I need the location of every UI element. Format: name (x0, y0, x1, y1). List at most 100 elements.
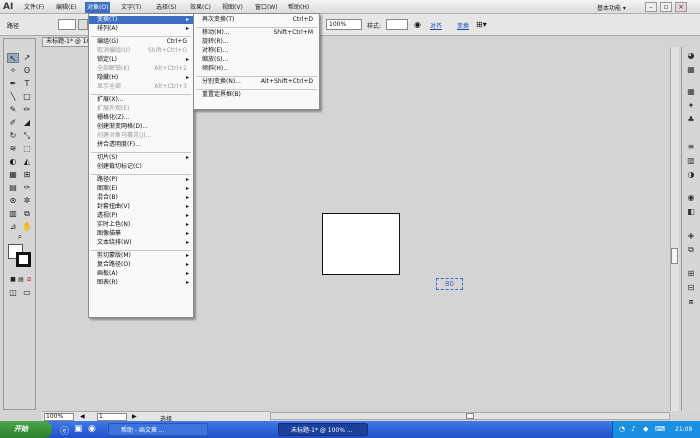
magic-wand-tool-icon[interactable]: ✧ (7, 66, 19, 76)
minimize-icon[interactable]: – (645, 2, 657, 12)
eyedropper-tool-icon[interactable]: ✑ (21, 183, 33, 193)
stroke-swatch[interactable] (16, 252, 31, 267)
object-menu-item[interactable]: 图案(E) ▸ (89, 185, 193, 193)
eraser-tool-icon[interactable]: ◢ (21, 118, 33, 128)
artboard-navigator[interactable]: 1 (97, 413, 127, 421)
align-panel-icon[interactable]: ⊞ (685, 269, 697, 279)
prev-artboard-icon[interactable]: ◀ (80, 413, 85, 420)
color-panel-icon[interactable]: ◕ (685, 51, 697, 61)
pasted-text-object[interactable]: 80 (436, 278, 463, 290)
zoom-select[interactable]: 100% (44, 413, 74, 421)
menu-file[interactable]: 文件(F) (24, 3, 44, 12)
zoom-tool-icon[interactable]: ⌕ (14, 232, 26, 242)
vertical-scroll-thumb[interactable] (671, 248, 678, 264)
live-paint-tool-icon[interactable]: ◭ (21, 157, 33, 167)
transform-menu-item[interactable]: 旋转(R)... (194, 38, 319, 46)
scale-tool-icon[interactable]: ⤡ (21, 131, 33, 141)
object-menu-item[interactable]: 拼合透明度(F)... (89, 141, 193, 149)
rotate-tool-icon[interactable]: ↻ (7, 131, 19, 141)
ie-icon[interactable]: ⓔ (60, 424, 69, 437)
object-menu-item[interactable]: 混合(B) ▸ (89, 194, 193, 202)
transform-menu-item[interactable]: 缩放(S)... (194, 56, 319, 64)
menu-object[interactable]: 对象(O) (85, 2, 111, 13)
gradient-tool-icon[interactable]: ▤ (7, 183, 19, 193)
tray-volume-icon[interactable]: ♪ (631, 425, 635, 433)
pen-tool-icon[interactable]: ✒ (7, 79, 19, 89)
transform-menu-item[interactable]: 再次变换(T) Ctrl+D (194, 16, 319, 24)
menu-help[interactable]: 帮助(H) (288, 3, 309, 12)
transparency-panel-icon[interactable]: ◑ (685, 170, 697, 180)
object-menu-item[interactable]: 图像描摹 ▸ (89, 230, 193, 238)
appearance-panel-icon[interactable]: ◉ (685, 193, 697, 203)
object-menu-item[interactable]: 锁定(L) ▸ (89, 56, 193, 64)
selection-tool-icon[interactable]: ↖ (7, 53, 19, 63)
workspace-switcher[interactable]: 基本功能 ▾ (597, 3, 626, 12)
tray-ime-icon[interactable]: ⌨ (655, 425, 665, 433)
artboard-rectangle[interactable] (322, 213, 400, 275)
tray-security-icon[interactable]: ◆ (643, 425, 648, 433)
object-menu-item[interactable]: 封套扭曲(V) ▸ (89, 203, 193, 211)
swatches-panel-icon[interactable]: ▦ (685, 87, 697, 97)
object-menu-item[interactable]: 文本绕排(W) ▸ (89, 239, 193, 247)
symbol-sprayer-tool-icon[interactable]: ✲ (21, 196, 33, 206)
warp-tool-icon[interactable]: ≋ (7, 144, 19, 154)
object-menu-item[interactable]: 创建渐变网格(D)... (89, 123, 193, 131)
object-menu-item[interactable]: 画板(A) ▸ (89, 270, 193, 278)
lasso-tool-icon[interactable]: ʘ (21, 66, 33, 76)
desktop-icon[interactable]: ▣ (74, 424, 83, 434)
transform-menu-item[interactable]: 分别变换(N)... Alt+Shift+Ctrl+D (194, 78, 319, 86)
color-guide-icon[interactable]: ▦ (685, 65, 697, 75)
object-menu-item[interactable]: 切片(S) ▸ (89, 154, 193, 162)
object-menu-item[interactable]: 排列(A) ▸ (89, 25, 193, 33)
none-mode-icon[interactable]: ⧄ (23, 275, 35, 285)
paintbrush-tool-icon[interactable]: ✎ (7, 105, 19, 115)
graphic-style-picker[interactable] (386, 19, 408, 30)
recolor-icon[interactable]: ◉ (414, 20, 421, 29)
object-menu-item[interactable]: 变换(T) ▸ (89, 16, 193, 24)
transform-link[interactable]: 变换 (457, 21, 469, 30)
start-button[interactable]: 开始 (0, 421, 52, 438)
object-menu-item[interactable]: 栅格化(Z)... (89, 114, 193, 122)
pencil-tool-icon[interactable]: ✏ (21, 105, 33, 115)
fill-color-picker[interactable] (58, 19, 76, 30)
media-icon[interactable]: ◉ (88, 424, 96, 434)
panel-options-icon[interactable]: ⊞▾ (476, 20, 487, 29)
object-menu-item[interactable]: 剪切蒙版(M) ▸ (89, 252, 193, 260)
object-menu-item[interactable]: 编组(G) Ctrl+G (89, 38, 193, 46)
rectangle-tool-icon[interactable]: □ (21, 92, 33, 102)
artboard-tool-icon[interactable]: ⧉ (21, 209, 33, 219)
shape-builder-tool-icon[interactable]: ◐ (7, 157, 19, 167)
screen-mode-icon[interactable]: ▭ (21, 288, 33, 298)
object-menu-item[interactable]: 创建裁切标记(C) (89, 163, 193, 171)
transform-menu-item[interactable]: 倾斜(H)... (194, 65, 319, 73)
align-link[interactable]: 对齐 (430, 21, 442, 30)
object-menu-item[interactable]: 隐藏(H) ▸ (89, 74, 193, 82)
transform-menu-item[interactable]: 对称(E)... (194, 47, 319, 55)
transform-menu-item[interactable]: 移动(M)... Shift+Ctrl+M (194, 29, 319, 37)
object-menu-item[interactable]: 复合路径(O) ▸ (89, 261, 193, 269)
graphic-styles-panel-icon[interactable]: ◧ (685, 207, 697, 217)
menu-type[interactable]: 文字(T) (121, 3, 141, 12)
menu-window[interactable]: 窗口(W) (255, 3, 278, 12)
object-menu-item[interactable]: 扩展(X)... (89, 96, 193, 104)
next-artboard-icon[interactable]: ▶ (132, 413, 137, 420)
gradient-panel-icon[interactable]: ▥ (685, 156, 697, 166)
transform-menu-item[interactable]: 重置定界框(B) (194, 91, 319, 99)
menu-view[interactable]: 视图(V) (222, 3, 243, 12)
brushes-panel-icon[interactable]: ✦ (685, 101, 697, 111)
object-menu-item[interactable]: 透视(P) ▸ (89, 212, 193, 220)
line-tool-icon[interactable]: ╲ (7, 92, 19, 102)
object-menu-item[interactable]: 路径(P) ▸ (89, 176, 193, 184)
horizontal-scroll-thumb[interactable] (466, 413, 474, 419)
symbols-panel-icon[interactable]: ♣ (685, 115, 697, 125)
tray-network-icon[interactable]: ◔ (619, 425, 625, 433)
perspective-grid-tool-icon[interactable]: ▦ (7, 170, 19, 180)
restore-icon[interactable]: ▫ (660, 2, 672, 12)
blend-tool-icon[interactable]: ⊛ (7, 196, 19, 206)
vertical-scrollbar[interactable] (670, 47, 679, 411)
direct-selection-tool-icon[interactable]: ↗ (21, 53, 33, 63)
artboards-panel-icon[interactable]: ⧉ (685, 245, 697, 255)
opacity-input[interactable]: 100% (326, 19, 362, 30)
object-menu-item[interactable]: 图表(R) ▸ (89, 279, 193, 287)
object-menu-item[interactable]: 实时上色(N) ▸ (89, 221, 193, 229)
